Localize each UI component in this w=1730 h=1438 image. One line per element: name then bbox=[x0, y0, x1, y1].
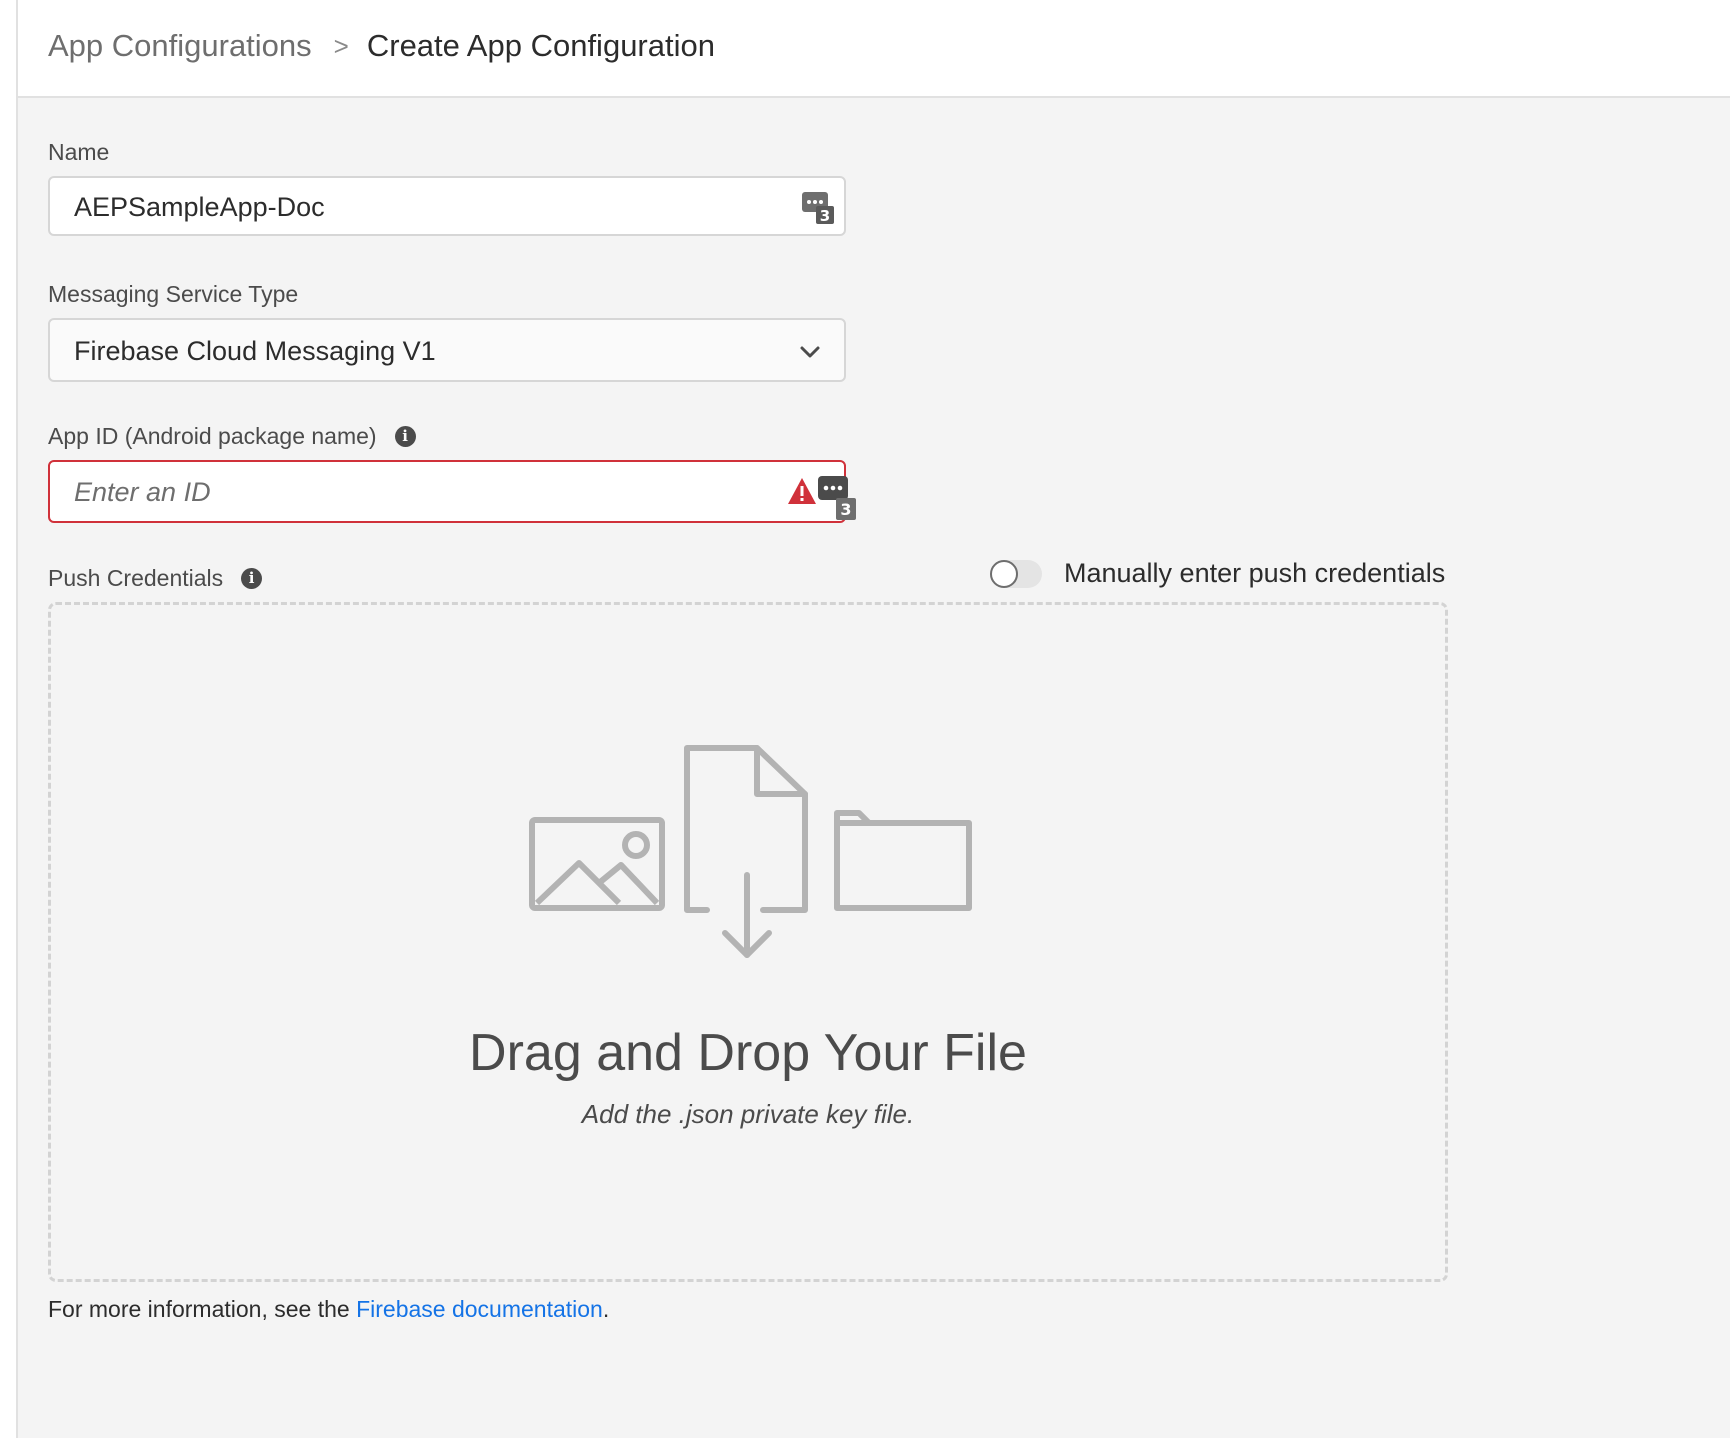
dropzone-subtitle: Add the .json private key file. bbox=[581, 1099, 915, 1129]
breadcrumb: App Configurations > Create App Configur… bbox=[48, 28, 715, 64]
footnote-prefix: For more information, see the bbox=[48, 1296, 357, 1322]
push-credentials-label: Push Credentials i bbox=[48, 564, 263, 592]
file-dropzone[interactable]: Drag and Drop Your File Add the .json pr… bbox=[48, 602, 1448, 1282]
folder-icon bbox=[834, 810, 972, 911]
name-field[interactable]: AEPSampleApp-Doc 3 bbox=[48, 176, 846, 236]
name-field-value: AEPSampleApp-Doc bbox=[74, 192, 325, 222]
info-icon[interactable]: i bbox=[394, 425, 416, 447]
app-id-label: App ID (Android package name) i bbox=[48, 422, 416, 450]
footnote: For more information, see the Firebase d… bbox=[48, 1296, 609, 1323]
messaging-service-select[interactable]: Firebase Cloud Messaging V1 bbox=[48, 318, 846, 382]
app-id-label-text: App ID (Android package name) bbox=[48, 423, 377, 449]
footnote-suffix: . bbox=[602, 1296, 610, 1322]
manual-credentials-label[interactable]: Manually enter push credentials bbox=[1064, 558, 1445, 589]
chevron-down-icon bbox=[800, 346, 820, 358]
file-download-icon bbox=[684, 745, 808, 958]
drop-illustration bbox=[529, 745, 972, 958]
breadcrumb-parent-link[interactable]: App Configurations bbox=[48, 28, 312, 64]
manual-credentials-toggle-row: Manually enter push credentials bbox=[990, 558, 1445, 589]
info-icon[interactable]: i bbox=[241, 567, 263, 589]
messaging-service-label: Messaging Service Type bbox=[48, 280, 298, 308]
left-rail bbox=[0, 0, 18, 1438]
password-assist-icon[interactable]: 3 bbox=[816, 474, 856, 522]
page-title: Create App Configuration bbox=[366, 28, 715, 63]
manual-credentials-toggle[interactable] bbox=[990, 559, 1042, 588]
image-icon bbox=[529, 817, 665, 911]
assist-count: 3 bbox=[840, 500, 851, 519]
password-assist-icon[interactable]: 3 bbox=[800, 190, 836, 226]
app-id-field[interactable]: Enter an ID 3 bbox=[48, 460, 856, 523]
chevron-right-icon: > bbox=[333, 31, 349, 61]
page-header: App Configurations > Create App Configur… bbox=[18, 0, 1730, 98]
dropzone-title: Drag and Drop Your File bbox=[469, 1024, 1027, 1082]
toggle-knob bbox=[990, 559, 1018, 588]
alert-icon bbox=[788, 478, 816, 504]
name-label: Name bbox=[48, 138, 109, 166]
firebase-documentation-link[interactable]: Firebase documentation bbox=[356, 1296, 603, 1322]
app-id-placeholder: Enter an ID bbox=[74, 477, 211, 507]
name-label-text: Name bbox=[48, 139, 110, 165]
messaging-service-label-text: Messaging Service Type bbox=[48, 281, 299, 307]
assist-count: 3 bbox=[820, 207, 830, 225]
push-credentials-label-text: Push Credentials bbox=[48, 565, 224, 591]
messaging-service-value: Firebase Cloud Messaging V1 bbox=[74, 336, 436, 366]
